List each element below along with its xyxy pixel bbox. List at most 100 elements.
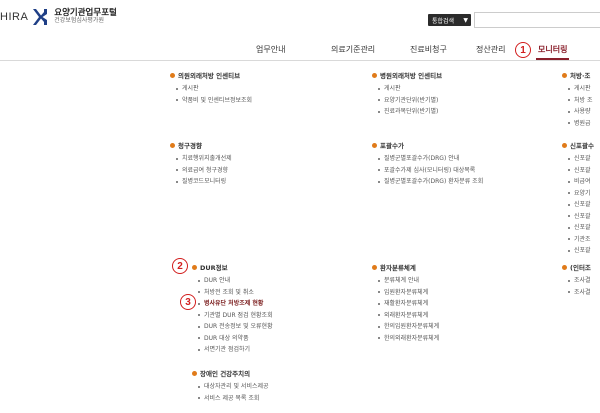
- dot-icon: [568, 99, 570, 102]
- nav-item-claims[interactable]: 진료비청구: [410, 44, 447, 55]
- dot-icon: [378, 87, 380, 90]
- menu-link[interactable]: 진료과목단위(반기별): [378, 106, 442, 118]
- dot-icon: [176, 157, 178, 160]
- menu-link[interactable]: 서비스 제공 목록 조회: [198, 393, 269, 405]
- menu-section: 장애인 건강주치의 대상자관리 및 서비스제공 서비스 제공 목록 조회: [192, 368, 269, 404]
- dot-icon: [176, 169, 178, 172]
- dot-icon: [176, 99, 178, 102]
- menu-link[interactable]: 요양기: [568, 188, 594, 200]
- section-title[interactable]: 청구경향: [170, 140, 232, 150]
- menu-link[interactable]: 한의입원환자분류체계: [378, 321, 439, 333]
- site-logo[interactable]: HIRA 요양기관업무포털 건강보험심사평가원: [0, 8, 117, 26]
- menu-link[interactable]: 기관조: [568, 234, 594, 246]
- section-title[interactable]: (인터조: [562, 262, 591, 272]
- dot-icon: [568, 169, 570, 172]
- menu-link[interactable]: 게시판: [568, 83, 592, 95]
- bullet-icon: [372, 142, 377, 148]
- bullet-icon: [192, 264, 197, 270]
- dot-icon: [378, 180, 380, 183]
- section-title[interactable]: 장애인 건강주치의: [192, 368, 269, 378]
- menu-link[interactable]: 조사결: [568, 287, 591, 299]
- menu-link[interactable]: 신포괄: [568, 199, 594, 211]
- bullet-icon: [170, 142, 175, 148]
- section-title[interactable]: 포괄수가: [372, 140, 483, 150]
- menu-link[interactable]: 처방 조: [568, 95, 592, 107]
- annotation-badge-1: 1: [515, 42, 531, 58]
- search-scope-select[interactable]: 통합검색 ▼: [428, 14, 471, 26]
- section-title[interactable]: 처방·조: [562, 70, 592, 80]
- dot-icon: [378, 169, 380, 172]
- menu-link[interactable]: DUR 안내: [198, 275, 273, 287]
- menu-link[interactable]: 요양기관단위(반기별): [378, 95, 442, 107]
- menu-link[interactable]: 비급여: [568, 176, 594, 188]
- menu-section: 포괄수가 질병군별포괄수가(DRG) 안내 포괄수가제 심사(모니터링) 대상목…: [372, 140, 483, 188]
- nav-item-settlement[interactable]: 정산관리: [476, 44, 505, 55]
- menu-link[interactable]: 서면기관 점검하기: [198, 344, 273, 356]
- menu-link[interactable]: DUR 대상 의약품: [198, 333, 273, 345]
- dot-icon: [378, 110, 380, 113]
- menu-link[interactable]: 신포괄: [568, 245, 594, 257]
- search-input[interactable]: [474, 12, 600, 28]
- menu-link-highlighted[interactable]: 병사유단 처방조제 현황: [198, 298, 273, 310]
- nav-item-guide[interactable]: 업무안내: [256, 44, 285, 55]
- nav-item-medical-standards[interactable]: 의료기준관리: [331, 44, 375, 55]
- nav-item-monitoring[interactable]: 모니터링: [535, 44, 570, 60]
- menu-link[interactable]: 질병군별포괄수가(DRG) 안내: [378, 153, 483, 165]
- site-header: HIRA 요양기관업무포털 건강보험심사평가원 통합검색 ▼: [0, 0, 600, 38]
- menu-link[interactable]: 신포괄: [568, 165, 594, 177]
- dot-icon: [378, 291, 380, 294]
- chevron-down-icon: ▼: [463, 17, 468, 24]
- menu-link[interactable]: 질병군별포괄수가(DRG) 환자분류 조회: [378, 176, 483, 188]
- dot-icon: [568, 122, 570, 125]
- section-title[interactable]: DUR정보: [192, 262, 273, 272]
- dot-icon: [198, 325, 200, 328]
- menu-link[interactable]: 치료행위지출개선제: [176, 153, 232, 165]
- menu-section: 환자분류체계 분류체계 안내 입원환자분류체계 재활환자분류체계 외래환자분류체…: [372, 262, 439, 344]
- section-title[interactable]: 의원외래처방 인센티브: [170, 70, 252, 80]
- menu-link[interactable]: 대상자관리 및 서비스제공: [198, 381, 269, 393]
- menu-link[interactable]: 신포괄: [568, 222, 594, 234]
- menu-link[interactable]: 재활환자분류체계: [378, 298, 439, 310]
- menu-link[interactable]: 질병코드모니터링: [176, 176, 232, 188]
- menu-link[interactable]: 신포괄: [568, 153, 594, 165]
- dot-icon: [198, 291, 200, 294]
- dot-icon: [568, 226, 570, 229]
- menu-link[interactable]: 한의외래환자분류체계: [378, 333, 439, 345]
- menu-link[interactable]: 조사결: [568, 275, 591, 287]
- dot-icon: [378, 99, 380, 102]
- menu-link[interactable]: 게시판: [378, 83, 442, 95]
- menu-link[interactable]: 처방전 조회 및 취소: [198, 287, 273, 299]
- menu-link[interactable]: 분류체계 안내: [378, 275, 439, 287]
- menu-section: 병원외래처방 인센티브 게시판 요양기관단위(반기별) 진료과목단위(반기별): [372, 70, 442, 118]
- dot-icon: [198, 385, 200, 388]
- section-title[interactable]: 병원외래처방 인센티브: [372, 70, 442, 80]
- dot-icon: [198, 337, 200, 340]
- menu-link[interactable]: 게시판: [176, 83, 252, 95]
- menu-section: 청구경향 치료행위지출개선제 의료급여 청구경향 질병코드모니터링: [170, 140, 232, 188]
- hira-logo-icon: [31, 8, 49, 26]
- dot-icon: [568, 279, 570, 282]
- menu-link[interactable]: 병원급: [568, 118, 592, 130]
- menu-link[interactable]: 기관별 DUR 점검 현황조회: [198, 310, 273, 322]
- bullet-icon: [372, 72, 377, 78]
- menu-link[interactable]: 의료급여 청구경향: [176, 165, 232, 177]
- dot-icon: [378, 157, 380, 160]
- menu-link[interactable]: 입원환자분류체계: [378, 287, 439, 299]
- menu-section: 처방·조 게시판 처방 조 사용량 병원급: [562, 70, 592, 129]
- menu-link[interactable]: 약품비 및 인센티브정보조회: [176, 95, 252, 107]
- section-title[interactable]: 신포괄수: [562, 140, 594, 150]
- menu-link[interactable]: 사용량: [568, 106, 592, 118]
- bullet-icon: [562, 264, 567, 270]
- dot-icon: [176, 87, 178, 90]
- bullet-icon: [170, 72, 175, 78]
- dot-icon: [198, 397, 200, 400]
- section-title[interactable]: 환자분류체계: [372, 262, 439, 272]
- dot-icon: [378, 337, 380, 340]
- bullet-icon: [192, 370, 197, 376]
- dot-icon: [198, 302, 200, 305]
- menu-link[interactable]: 포괄수가제 심사(모니터링) 대상목록: [378, 165, 483, 177]
- menu-link[interactable]: 신포괄: [568, 211, 594, 223]
- menu-link[interactable]: 외래환자분류체계: [378, 310, 439, 322]
- menu-link[interactable]: DUR 전송정보 및 오류현황: [198, 321, 273, 333]
- bullet-icon: [562, 142, 567, 148]
